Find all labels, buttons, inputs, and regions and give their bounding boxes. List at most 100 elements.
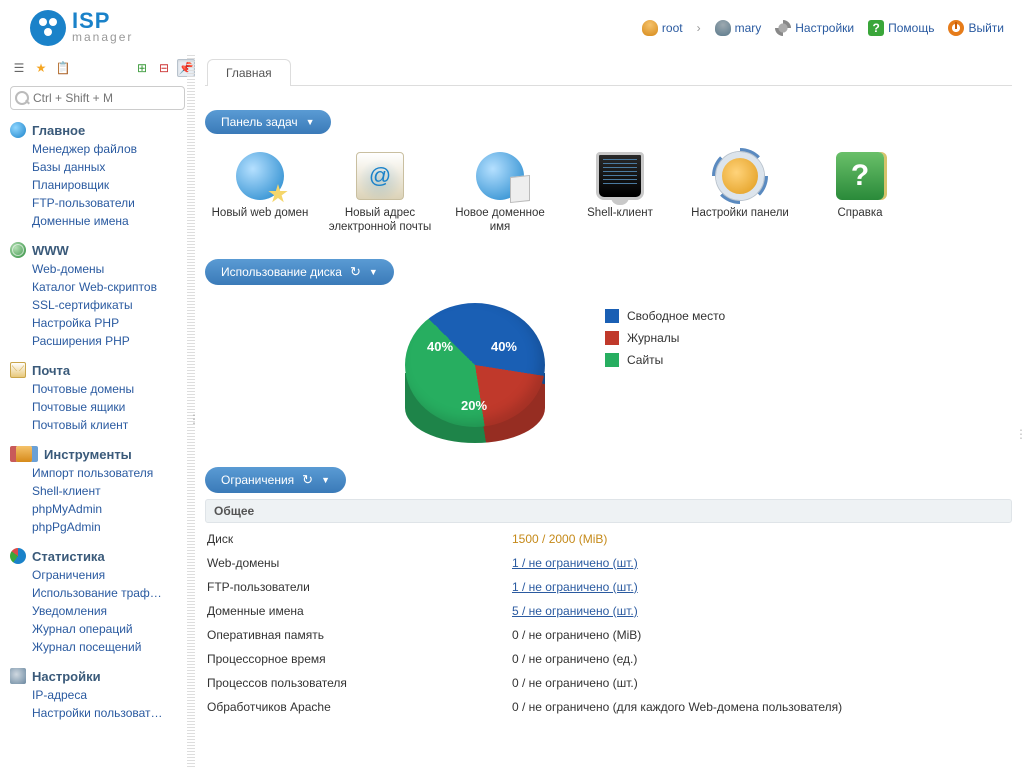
legend-swatch <box>605 309 619 323</box>
menu-item[interactable]: Настройки пользоват… <box>32 704 187 722</box>
refresh-icon[interactable]: ↻ <box>302 472 313 488</box>
sidebar-menu: Главное Менеджер файловБазы данныхПланиро… <box>10 120 195 722</box>
main-resize-handle[interactable] <box>1015 85 1021 768</box>
chevron-down-icon: ▼ <box>369 267 378 277</box>
menu-head[interactable]: Почта <box>10 360 195 380</box>
menu-head[interactable]: Главное <box>10 120 195 140</box>
limits-row: Процессов пользователя0 / не ограничено … <box>205 671 1012 695</box>
mic-main-icon <box>10 122 26 138</box>
sidebar-resize-handle[interactable] <box>187 55 195 768</box>
menu-item[interactable]: Планировщик <box>32 176 187 194</box>
menu-item[interactable]: Настройка PHP <box>32 314 187 332</box>
menu-item[interactable]: Менеджер файлов <box>32 140 187 158</box>
topnav-help[interactable]: Помощь <box>868 20 934 36</box>
sb-list-icon[interactable]: ☰ <box>10 59 28 77</box>
legend-item: Свободное место <box>605 309 725 323</box>
limits-key: Оперативная память <box>207 628 512 642</box>
section-limits-title: Ограничения <box>221 473 294 487</box>
sb-clipboard-icon[interactable]: 📋 <box>54 59 72 77</box>
tab-main[interactable]: Главная <box>207 59 291 86</box>
menu-item[interactable]: Shell-клиент <box>32 482 187 500</box>
limits-key: Диск <box>207 532 512 546</box>
qi-web-icon <box>236 152 284 200</box>
chevron-down-icon: ▼ <box>306 117 315 127</box>
menu-item[interactable]: Базы данных <box>32 158 187 176</box>
legend-item: Сайты <box>605 353 725 367</box>
pie-label-sites: 40% <box>427 339 453 354</box>
topnav-exit-label: Выйти <box>968 21 1004 35</box>
topnav-settings-label: Настройки <box>795 21 854 35</box>
limits-subhead: Общее <box>205 499 1012 523</box>
search-input[interactable] <box>10 86 185 110</box>
menu-item[interactable]: Доменные имена <box>32 212 187 230</box>
quick-card[interactable]: Shell-клиент <box>565 152 675 235</box>
limits-value: 1500 / 2000 (MiB) <box>512 532 607 546</box>
qi-mail-icon <box>356 152 404 200</box>
section-limits-header[interactable]: Ограничения ↻ ▼ <box>205 467 346 493</box>
sidebar: ☰ ★ 📋 ⊞ ⊟ 📌 ГлавноеМенеджер файловБазы д… <box>0 55 195 768</box>
menu-item[interactable]: Web-домены <box>32 260 187 278</box>
menu-head[interactable]: Статистика <box>10 546 195 566</box>
menu-item[interactable]: Журнал операций <box>32 620 187 638</box>
sb-star-icon[interactable]: ★ <box>32 59 50 77</box>
section-limits: Ограничения ↻ ▼ Общее Диск1500 / 2000 (M… <box>205 467 1012 719</box>
qi-gear-icon <box>716 152 764 200</box>
limits-key: Доменные имена <box>207 604 512 618</box>
quick-card[interactable]: Новый web домен <box>205 152 315 235</box>
user-icon <box>715 20 731 36</box>
quick-card[interactable]: Настройки панели <box>685 152 795 235</box>
menu-head[interactable]: WWW <box>10 240 195 260</box>
menu-item[interactable]: FTP-пользователи <box>32 194 187 212</box>
menu-item[interactable]: phpMyAdmin <box>32 500 187 518</box>
limits-key: Процессорное время <box>207 652 512 666</box>
topnav-exit[interactable]: Выйти <box>948 20 1004 36</box>
limits-value[interactable]: 5 / не ограничено (шт.) <box>512 604 638 618</box>
quick-card[interactable]: Новое доменное имя <box>445 152 555 235</box>
mic-set-icon <box>10 668 26 684</box>
refresh-icon[interactable]: ↻ <box>350 264 361 280</box>
menu-item[interactable]: Почтовые домены <box>32 380 187 398</box>
quick-label: Новый адрес электронной почты <box>325 206 435 235</box>
menu-head[interactable]: Инструменты <box>10 444 195 464</box>
limits-value: 0 / не ограничено (MiB) <box>512 628 641 642</box>
breadcrumb-root[interactable]: root <box>642 20 683 36</box>
menu-head-label: WWW <box>32 243 69 258</box>
menu-item[interactable]: Почтовые ящики <box>32 398 187 416</box>
section-disk-header[interactable]: Использование диска ↻ ▼ <box>205 259 394 285</box>
limits-value[interactable]: 1 / не ограничено (шт.) <box>512 580 638 594</box>
menu-head-label: Статистика <box>32 549 105 564</box>
main-content: Главная Панель задач ▼ Новый web домен Но… <box>195 55 1024 768</box>
sb-expand-icon[interactable]: ⊞ <box>133 59 151 77</box>
section-tasks-header[interactable]: Панель задач ▼ <box>205 110 331 134</box>
menu-head-label: Главное <box>32 123 85 138</box>
menu-item[interactable]: Использование траф… <box>32 584 187 602</box>
menu-item[interactable]: phpPgAdmin <box>32 518 187 536</box>
menu-item[interactable]: Каталог Web-скриптов <box>32 278 187 296</box>
breadcrumb-sep: › <box>697 21 701 35</box>
topnav-settings[interactable]: Настройки <box>775 20 854 36</box>
menu-item[interactable]: IP-адреса <box>32 686 187 704</box>
pie-label-free: 40% <box>491 339 517 354</box>
menu-item[interactable]: SSL-сертификаты <box>32 296 187 314</box>
quick-label: Справка <box>805 206 915 220</box>
logo[interactable]: ISP manager <box>30 10 133 46</box>
limits-row: Доменные имена5 / не ограничено (шт.) <box>205 599 1012 623</box>
menu-item[interactable]: Импорт пользователя <box>32 464 187 482</box>
breadcrumb-user[interactable]: mary <box>715 20 762 36</box>
menu-item[interactable]: Расширения PHP <box>32 332 187 350</box>
logo-title: ISP <box>72 11 133 31</box>
limits-value[interactable]: 1 / не ограничено (шт.) <box>512 556 638 570</box>
menu-head[interactable]: Настройки <box>10 666 195 686</box>
quick-card[interactable]: Справка <box>805 152 915 235</box>
quick-card[interactable]: Новый адрес электронной почты <box>325 152 435 235</box>
menu-item[interactable]: Ограничения <box>32 566 187 584</box>
menu-item[interactable]: Почтовый клиент <box>32 416 187 434</box>
quick-label: Настройки панели <box>685 206 795 220</box>
limits-key: Процессов пользователя <box>207 676 512 690</box>
limits-key: FTP-пользователи <box>207 580 512 594</box>
menu-item[interactable]: Журнал посещений <box>32 638 187 656</box>
menu-item[interactable]: Уведомления <box>32 602 187 620</box>
root-icon <box>642 20 658 36</box>
logo-icon <box>30 10 66 46</box>
sb-collapse-icon[interactable]: ⊟ <box>155 59 173 77</box>
